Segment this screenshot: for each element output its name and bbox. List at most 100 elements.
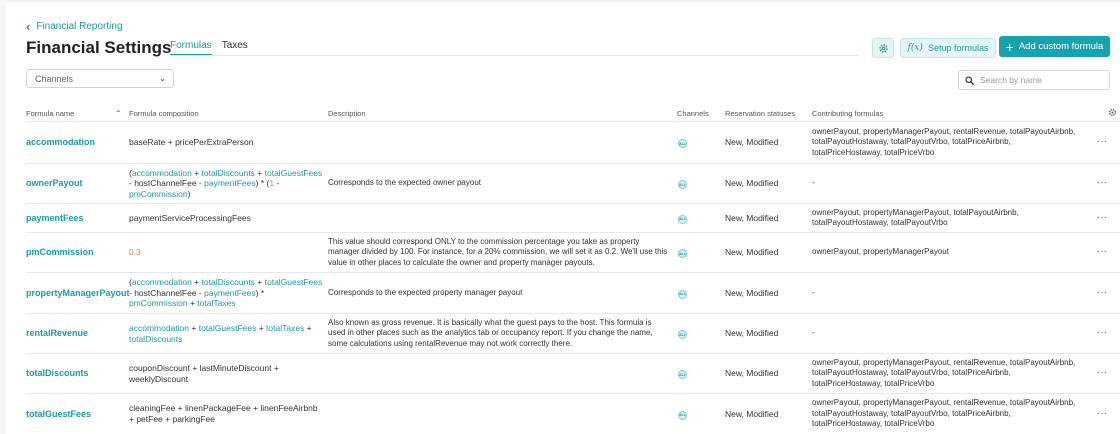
table-row[interactable]: totalGuestFees cleaningFee + linenPackage…	[26, 393, 1120, 434]
contributing-formulas: ownerPayout, propertyManagerPayout	[812, 232, 1084, 273]
contributing-formulas: ownerPayout, propertyManagerPayout, rent…	[812, 121, 1084, 164]
formula-text: couponDiscount + lastMinuteDiscount + we…	[129, 363, 279, 384]
table-row[interactable]: propertyManagerPayout (accommodation + to…	[26, 272, 1120, 314]
formula-name[interactable]: pmCommission	[26, 232, 129, 273]
formula-reference-link[interactable]: totalDiscounts	[202, 277, 255, 287]
formula-text: - hostChannelFee -	[129, 287, 205, 298]
formula-channels: ALL	[677, 353, 725, 394]
formula-composition: (accommodation + totalDiscounts + totalG…	[129, 163, 328, 204]
column-header-statuses: Reservation statuses	[725, 109, 796, 118]
formula-channels: ALL	[677, 121, 725, 164]
search-input[interactable]	[980, 75, 1100, 85]
all-channels-icon: ALL	[678, 214, 687, 224]
more-horizontal-icon[interactable]: ···	[1084, 232, 1120, 273]
column-header-channels: Channels	[677, 109, 709, 118]
formula-name[interactable]: paymentFees	[26, 203, 129, 233]
formula-name[interactable]: rentalRevenue	[26, 313, 129, 354]
formula-description: Corresponds to the expected property man…	[328, 272, 677, 314]
reservation-statuses: New, Modified	[725, 232, 812, 273]
formula-text: +	[304, 323, 312, 333]
table-row[interactable]: totalDiscounts couponDiscount + lastMinut…	[26, 353, 1120, 394]
channels-select[interactable]: Channels ⌄	[26, 69, 174, 88]
formula-text: +	[254, 277, 265, 288]
formula-reference-link[interactable]: totalTaxes	[197, 298, 235, 308]
formula-reference-link[interactable]: paymentFees	[204, 288, 256, 298]
plus-icon: +	[1005, 38, 1014, 55]
add-custom-formula-label: Add custom formula	[1018, 41, 1104, 52]
all-channels-icon: ALL	[678, 410, 687, 420]
formula-composition: 0.3	[129, 232, 328, 273]
more-horizontal-icon[interactable]: ···	[1084, 121, 1120, 164]
formula-reference-link[interactable]: totalGuestFees	[265, 168, 323, 178]
settings-button[interactable]	[872, 38, 894, 58]
formula-name[interactable]: totalDiscounts	[26, 353, 129, 394]
formula-reference-link[interactable]: totalGuestFees	[265, 277, 323, 287]
table-row[interactable]: paymentFees paymentServiceProcessingFees A…	[26, 203, 1120, 233]
table-row[interactable]: ownerPayout (accommodation + totalDiscoun…	[26, 163, 1120, 204]
formula-reference-link[interactable]: totalGuestFees	[199, 323, 257, 333]
reservation-statuses: New, Modified	[725, 203, 812, 233]
formula-reference-link[interactable]: totalDiscounts	[202, 168, 255, 178]
tab-formulas[interactable]: Formulas	[170, 40, 212, 56]
setup-formulas-label: Setup formulas	[927, 43, 989, 53]
formula-text: +	[189, 323, 199, 333]
formula-reference-link[interactable]: totalDiscounts	[129, 334, 182, 344]
more-horizontal-icon[interactable]: ···	[1084, 272, 1120, 314]
formula-channels: ALL	[677, 203, 725, 233]
formula-text: baseRate + pricePerExtraPerson	[129, 137, 254, 148]
more-horizontal-icon[interactable]: ···	[1084, 203, 1120, 233]
formula-reference-link[interactable]: pmCommission	[129, 189, 188, 199]
formula-text: cleaningFee + linenPackageFee + linenFee…	[129, 403, 318, 424]
contributing-formulas: ownerPayout, propertyManagerPayout, rent…	[812, 393, 1084, 434]
formula-number: 0.3	[129, 247, 141, 258]
formula-name[interactable]: ownerPayout	[26, 163, 129, 204]
add-custom-formula-button[interactable]: + Add custom formula	[999, 36, 1110, 57]
channels-select-value: Channels	[35, 73, 74, 84]
formula-composition: baseRate + pricePerExtraPerson	[129, 121, 328, 164]
formula-description: Also known as gross revenue. It is basic…	[328, 313, 677, 354]
more-horizontal-icon[interactable]: ···	[1084, 163, 1120, 204]
reservation-statuses: New, Modified	[725, 313, 812, 354]
formula-description	[328, 203, 677, 233]
table-row[interactable]: accommodation baseRate + pricePerExtraPer…	[26, 121, 1120, 164]
formula-composition: (accommodation + totalDiscounts + totalG…	[129, 272, 328, 314]
reservation-statuses: New, Modified	[725, 393, 812, 434]
search-box[interactable]	[958, 70, 1110, 90]
more-horizontal-icon[interactable]: ···	[1084, 353, 1120, 394]
formula-reference-link[interactable]: pmCommission	[129, 298, 188, 308]
column-header-contributing: Contributing formulas	[812, 109, 884, 118]
more-horizontal-icon[interactable]: ···	[1084, 313, 1120, 354]
table-row[interactable]: rentalRevenue accommodation + totalGuestF…	[26, 313, 1120, 354]
formula-text: * (	[258, 178, 270, 189]
formula-composition: cleaningFee + linenPackageFee + linenFee…	[129, 393, 328, 434]
setup-formulas-button[interactable]: f(x) Setup formulas	[900, 38, 996, 58]
formula-composition: accommodation + totalGuestFees + totalTa…	[129, 313, 328, 354]
formula-reference-link[interactable]: accommodation	[129, 323, 189, 333]
breadcrumb[interactable]: ‹ Financial Reporting	[26, 18, 123, 34]
chevron-left-icon: ‹	[26, 18, 31, 34]
sort-asc-icon[interactable]: ⌃	[115, 109, 122, 118]
column-header-name[interactable]: Formula name	[26, 109, 74, 118]
formula-reference-link[interactable]: accommodation	[132, 277, 192, 287]
all-channels-icon: ALL	[678, 370, 687, 380]
formula-text: +	[187, 298, 198, 309]
contributing-formulas: -	[812, 163, 1084, 204]
formula-name[interactable]: accommodation	[26, 121, 129, 164]
contributing-formulas: -	[812, 313, 1084, 354]
formula-reference-link[interactable]: totalTaxes	[266, 323, 304, 333]
formula-text: *	[258, 287, 265, 298]
formula-description: Corresponds to the expected owner payout	[328, 163, 677, 204]
formula-name[interactable]: totalGuestFees	[26, 393, 129, 434]
formula-name[interactable]: propertyManagerPayout	[26, 272, 130, 314]
all-channels-icon: ALL	[678, 249, 687, 259]
all-channels-icon: ALL	[678, 330, 687, 340]
contributing-formulas: -	[812, 272, 1084, 314]
table-row[interactable]: pmCommission 0.3 This value should corresp…	[26, 232, 1120, 273]
formula-reference-link[interactable]: accommodation	[132, 168, 192, 178]
more-horizontal-icon[interactable]: ···	[1084, 393, 1120, 434]
formula-reference-link[interactable]: paymentFees	[204, 178, 256, 188]
formulas-table: accommodation baseRate + pricePerExtraPer…	[26, 121, 1120, 434]
column-settings-gear-icon[interactable]	[1108, 108, 1117, 117]
formula-channels: ALL	[677, 232, 725, 273]
tab-taxes[interactable]: Taxes	[222, 40, 248, 56]
